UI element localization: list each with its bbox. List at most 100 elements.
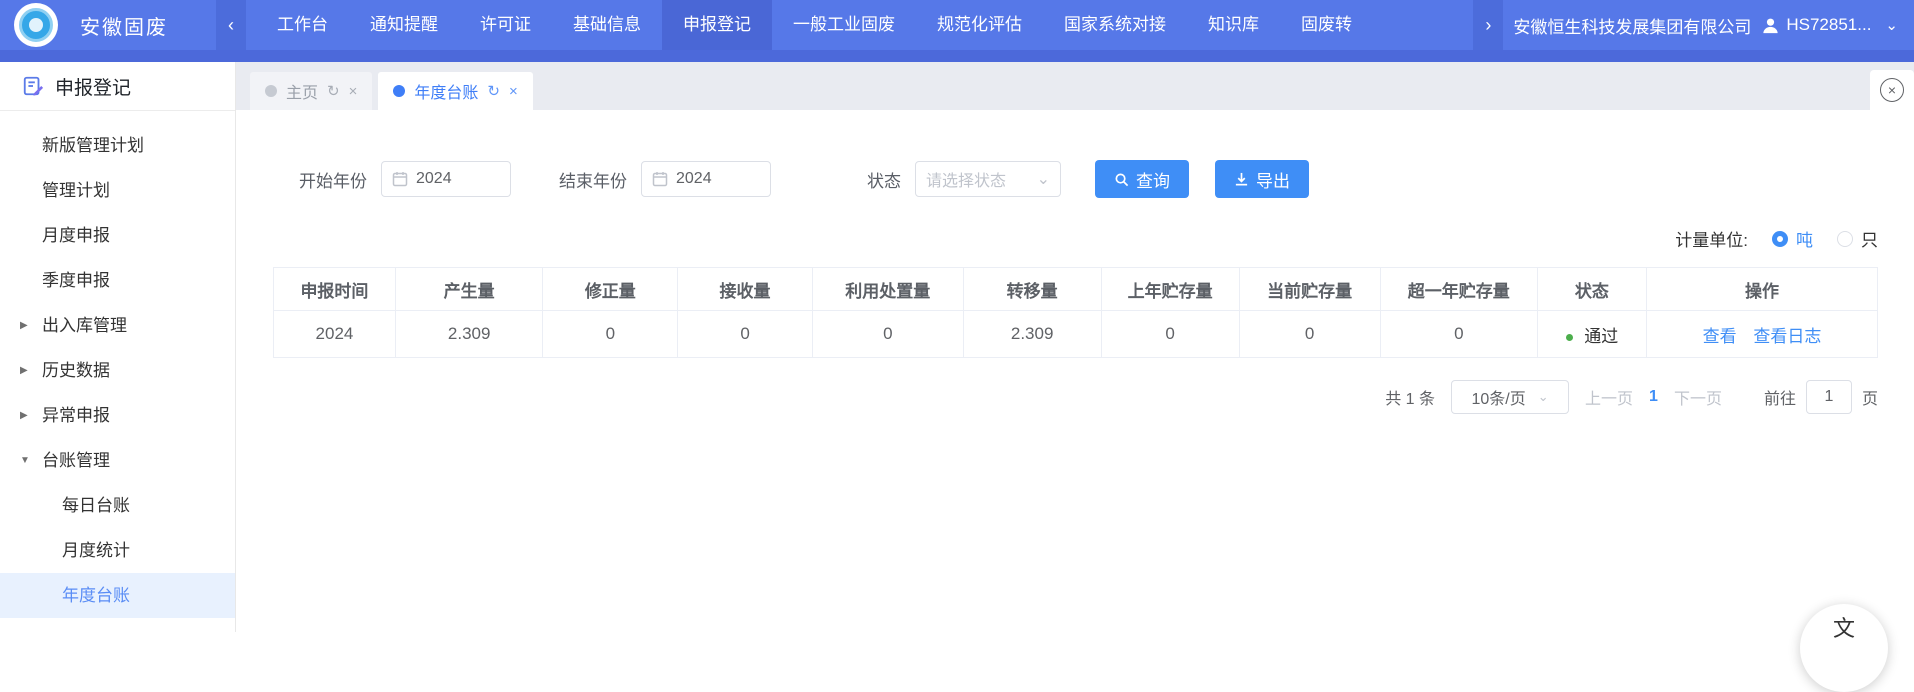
sidebar-item-management-plan[interactable]: 管理计划 (0, 168, 235, 213)
annual-ledger-table: 申报时间 产生量 修正量 接收量 利用处置量 转移量 上年贮存量 当前贮存量 超… (273, 267, 1878, 358)
end-year-input[interactable] (676, 170, 746, 188)
chevron-down-icon: ⌄ (1037, 169, 1050, 189)
col-corrected: 修正量 (543, 268, 678, 311)
cell-declare-time: 2024 (274, 311, 396, 358)
cell-transferred: 2.309 (963, 311, 1101, 358)
nav-item-waste-transfer[interactable]: 固废转 (1280, 0, 1352, 50)
cell-current-storage: 0 (1239, 311, 1380, 358)
download-icon (1234, 172, 1249, 187)
current-page-number[interactable]: 1 (1649, 388, 1658, 406)
declaration-document-icon (22, 75, 44, 97)
refresh-icon[interactable]: ↻ (327, 82, 340, 100)
app-title: 安徽固废 (80, 11, 168, 40)
sidebar-title: 申报登记 (0, 62, 235, 111)
radio-ton-checked-icon[interactable] (1772, 231, 1788, 247)
cell-generated: 2.309 (395, 311, 543, 358)
start-year-field[interactable] (381, 161, 511, 197)
nav-item-workbench[interactable]: 工作台 (256, 0, 349, 50)
goto-label: 前往 (1764, 385, 1796, 409)
view-link[interactable]: 查看 (1703, 327, 1737, 346)
translate-float-button[interactable]: 文 (1800, 604, 1888, 692)
chevron-down-icon: ⌄ (1885, 16, 1898, 34)
start-year-input[interactable] (416, 170, 486, 188)
company-name: 安徽恒生科技发展集团有限公司 (1513, 13, 1751, 38)
filter-bar: 开始年份 结束年份 状态 请选择状态 ⌄ (299, 160, 1878, 198)
view-log-link[interactable]: 查看日志 (1753, 327, 1821, 346)
tab-home[interactable]: 主页 ↻ × (250, 72, 372, 110)
close-icon[interactable]: × (349, 83, 358, 100)
export-button[interactable]: 导出 (1215, 160, 1309, 198)
cell-utilized-disposed: 0 (812, 311, 963, 358)
sidebar-item-ledger-management[interactable]: ▼ 台账管理 (0, 438, 235, 483)
nav-item-knowledge-base[interactable]: 知识库 (1187, 0, 1280, 50)
sidebar-item-quarterly-declaration[interactable]: 季度申报 (0, 258, 235, 303)
unit-option-piece[interactable]: 只 (1861, 226, 1878, 251)
sidebar-item-annual-ledger[interactable]: 年度台账 (0, 573, 235, 618)
page-size-select[interactable]: 10条/页 ⌄ (1451, 380, 1569, 414)
nav-collapse-button[interactable]: ‹ (216, 0, 246, 50)
col-actions: 操作 (1646, 268, 1877, 311)
nav-item-notifications[interactable]: 通知提醒 (349, 0, 459, 50)
prev-page-button[interactable]: 上一页 (1585, 385, 1633, 409)
cell-status: 通过 (1537, 311, 1646, 358)
username: HS72851... (1786, 15, 1871, 35)
status-pass-dot-icon (1566, 334, 1573, 341)
calendar-icon (652, 171, 668, 187)
close-all-tabs-button[interactable]: × (1870, 70, 1914, 110)
search-button[interactable]: 查询 (1095, 160, 1189, 198)
chevron-right-icon: › (1485, 15, 1491, 36)
nav-item-general-industrial-waste[interactable]: 一般工业固废 (772, 0, 916, 50)
chevron-down-icon: ⌄ (1538, 389, 1549, 405)
col-over-one-year-storage: 超一年贮存量 (1380, 268, 1537, 311)
nav-item-standardization-assessment[interactable]: 规范化评估 (916, 0, 1043, 50)
status-label: 状态 (867, 167, 901, 192)
col-generated: 产生量 (395, 268, 543, 311)
goto-page-input[interactable] (1806, 380, 1852, 414)
main-nav: 工作台 通知提醒 许可证 基础信息 申报登记 一般工业固废 规范化评估 国家系统… (256, 0, 1352, 50)
radio-piece-icon[interactable] (1837, 231, 1853, 247)
col-transferred: 转移量 (963, 268, 1101, 311)
search-icon (1114, 172, 1129, 187)
sidebar-item-monthly-declaration[interactable]: 月度申报 (0, 213, 235, 258)
sidebar-item-abnormal-declaration[interactable]: ▶ 异常申报 (0, 393, 235, 438)
sidebar-item-history-data[interactable]: ▶ 历史数据 (0, 348, 235, 393)
logo-emblem-icon (19, 8, 53, 42)
end-year-field[interactable] (641, 161, 771, 197)
sidebar-menu: 新版管理计划 管理计划 月度申报 季度申报 ▶ 出入库管理 ▶ 历史数据 ▶ 异… (0, 111, 235, 618)
table-header-row: 申报时间 产生量 修正量 接收量 利用处置量 转移量 上年贮存量 当前贮存量 超… (274, 268, 1878, 311)
top-navigation-bar: 安徽固废 ‹ 工作台 通知提醒 许可证 基础信息 申报登记 一般工业固废 规范化… (0, 0, 1914, 62)
nav-item-declaration[interactable]: 申报登记 (662, 0, 772, 50)
branch-expanded-icon: ▼ (20, 438, 30, 483)
unit-option-ton[interactable]: 吨 (1796, 226, 1813, 251)
app-logo (14, 3, 58, 47)
nav-item-national-system[interactable]: 国家系统对接 (1043, 0, 1187, 50)
tab-label: 主页 (286, 79, 318, 103)
total-count: 共 1 条 (1385, 385, 1435, 409)
tab-annual-ledger[interactable]: 年度台账 ↻ × (378, 72, 532, 110)
cell-prev-year-storage: 0 (1101, 311, 1239, 358)
next-page-button[interactable]: 下一页 (1674, 385, 1722, 409)
nav-scroll-right-button[interactable]: › (1473, 0, 1503, 50)
sidebar-item-inout-warehouse[interactable]: ▶ 出入库管理 (0, 303, 235, 348)
sidebar-item-monthly-statistics[interactable]: 月度统计 (0, 528, 235, 573)
nav-item-license[interactable]: 许可证 (459, 0, 552, 50)
close-icon[interactable]: × (509, 83, 518, 100)
tab-dot-icon (393, 85, 405, 97)
branch-collapsed-icon: ▶ (20, 348, 28, 393)
sidebar-item-new-management-plan[interactable]: 新版管理计划 (0, 123, 235, 168)
refresh-icon[interactable]: ↻ (487, 82, 500, 100)
status-select[interactable]: 请选择状态 ⌄ (915, 161, 1061, 197)
cell-actions: 查看 查看日志 (1646, 311, 1877, 358)
sidebar-item-daily-ledger[interactable]: 每日台账 (0, 483, 235, 528)
open-tabs-bar: 主页 ↻ × 年度台账 ↻ × × (236, 62, 1914, 110)
col-received: 接收量 (678, 268, 813, 311)
pagination: 共 1 条 10条/页 ⌄ 上一页 1 下一页 前往 页 (273, 380, 1878, 414)
user-menu[interactable]: HS72851... ⌄ (1761, 15, 1898, 35)
cell-corrected: 0 (543, 311, 678, 358)
chevron-left-icon: ‹ (228, 15, 234, 36)
unit-label: 计量单位: (1675, 226, 1748, 251)
main-content: 开始年份 结束年份 状态 请选择状态 ⌄ (237, 110, 1914, 632)
nav-item-basic-info[interactable]: 基础信息 (552, 0, 662, 50)
branch-collapsed-icon: ▶ (20, 303, 28, 348)
start-year-label: 开始年份 (299, 167, 367, 192)
